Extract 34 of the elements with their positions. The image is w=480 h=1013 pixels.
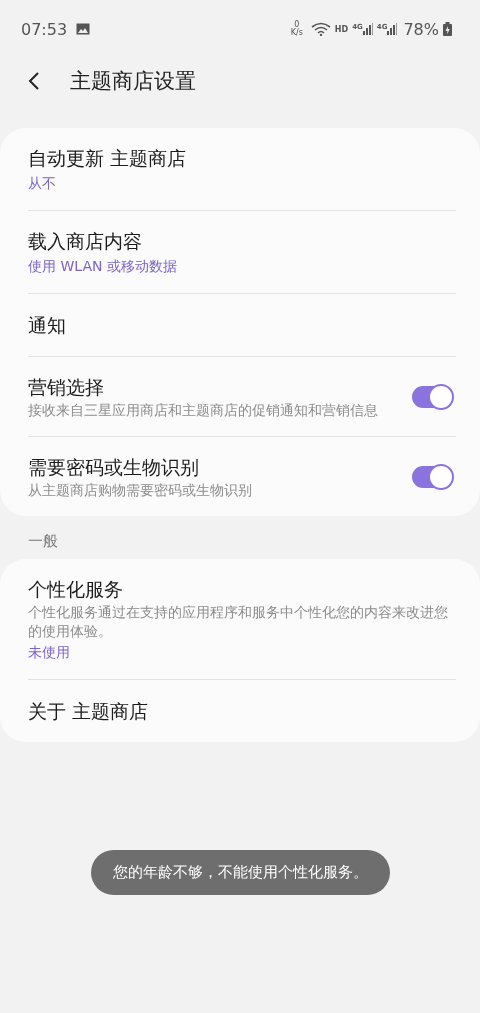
battery-charging-icon [443, 22, 452, 36]
page-title: 主题商店设置 [70, 68, 196, 95]
settings-item[interactable]: 需要密码或生物识别 从主题商店购物需要密码或生物识别 [0, 437, 480, 516]
settings-item[interactable]: 载入商店内容 使用 WLAN 或移动数据 [0, 211, 480, 293]
back-icon [28, 71, 40, 91]
item-value: 从不 [28, 174, 57, 193]
settings-item[interactable]: 自动更新 主题商店 从不 [0, 128, 480, 210]
settings-item[interactable]: 关于 主题商店 [0, 680, 480, 742]
item-value: 使用 WLAN 或移动数据 [28, 257, 178, 276]
wifi-icon [310, 22, 331, 36]
hd-label: HD [334, 24, 349, 34]
item-title: 通知 [28, 313, 67, 338]
settings-item[interactable]: 个性化服务 个性化服务通过在支持的应用程序和服务中个性化您的内容来改进您的使用体验。 未使用 [0, 559, 480, 679]
signal-icon [362, 23, 373, 35]
settings-item[interactable]: 营销选择 接收来自三星应用商店和主题商店的促销通知和营销信息 [0, 357, 480, 436]
item-description: 接收来自三星应用商店和主题商店的促销通知和营销信息 [28, 401, 379, 420]
section-heading: 一般 [27, 531, 59, 552]
settings-item[interactable]: 通知 [0, 294, 480, 356]
item-description: 从主题商店购物需要密码或生物识别 [28, 481, 253, 500]
item-title: 载入商店内容 [28, 229, 143, 254]
item-title: 自动更新 主题商店 [28, 146, 188, 171]
toast-message: 您的年龄不够，不能使用个性化服务。 [90, 850, 390, 895]
net-speed-unit: K/s [290, 29, 303, 37]
net-speed-value: 0 [294, 21, 300, 29]
image-icon [76, 23, 91, 35]
item-title: 个性化服务 [28, 577, 124, 602]
signal-icon [387, 23, 398, 35]
clock-time: 07:53 [21, 19, 68, 39]
item-title: 营销选择 [28, 375, 105, 400]
item-description: 个性化服务通过在支持的应用程序和服务中个性化您的内容来改进您的使用体验。 [28, 603, 449, 641]
item-title: 关于 主题商店 [28, 699, 150, 724]
battery-percent: 78% [403, 19, 439, 39]
item-value: 未使用 [28, 643, 71, 662]
item-title: 需要密码或生物识别 [28, 455, 200, 480]
